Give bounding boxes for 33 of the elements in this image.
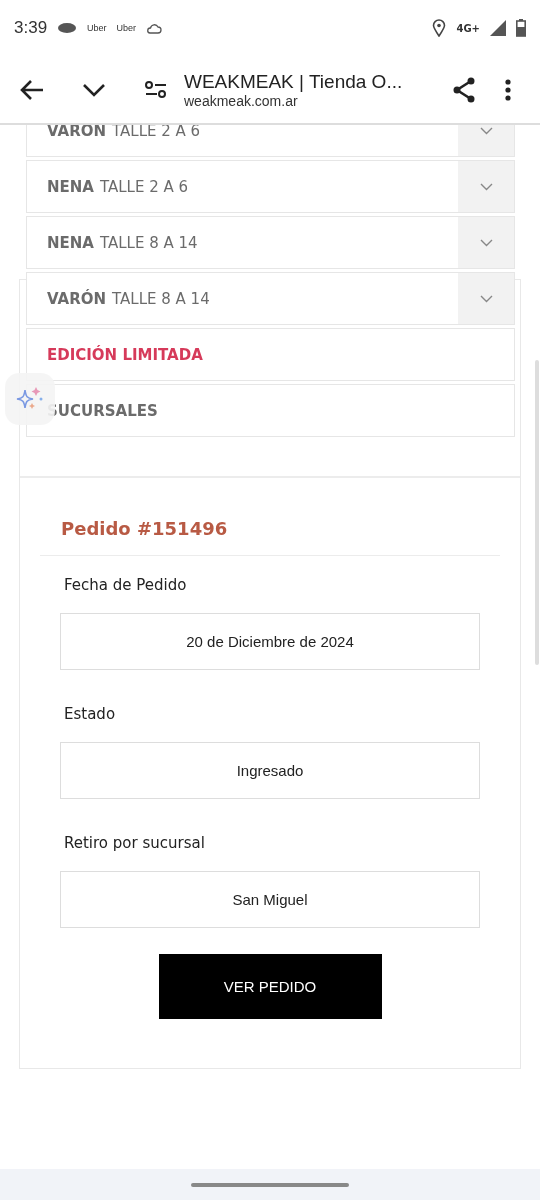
field-value: Ingresado — [60, 742, 480, 799]
menu-item[interactable]: VARÓN TALLE 8 A 14 — [26, 272, 515, 325]
chevron-down-icon — [479, 294, 493, 303]
status-time: 3:39 — [14, 18, 48, 38]
field-value: San Miguel — [60, 871, 480, 928]
menu-item[interactable]: NENA TALLE 2 A 6 — [26, 160, 515, 213]
field-label: Estado — [64, 705, 117, 723]
cloud-icon — [146, 22, 163, 34]
sliders-icon — [145, 79, 167, 100]
signal-icon — [490, 20, 506, 36]
page-url[interactable]: weakmeak.com.ar — [184, 92, 442, 109]
battery-icon — [516, 19, 526, 37]
chevron-down-icon — [479, 126, 493, 135]
view-order-button[interactable]: VER PEDIDO — [158, 954, 382, 1019]
location-icon — [432, 19, 447, 37]
notification-label: Uber — [116, 23, 137, 33]
share-icon — [451, 76, 477, 103]
field-value: 20 de Diciembre de 2024 — [60, 613, 480, 670]
field-label: Retiro por sucursal — [64, 834, 206, 852]
menu-item[interactable]: SUCURSALES — [26, 384, 515, 437]
notification-label: Uber — [87, 23, 107, 33]
more-icon — [505, 78, 511, 101]
page-title: WEAKMEAK | Tienda O... — [184, 70, 404, 93]
menu-item[interactable]: NENA TALLE 8 A 14 — [26, 216, 515, 269]
menu-item[interactable]: VARON TALLE 2 A 6 — [26, 125, 515, 157]
field-label: Fecha de Pedido — [64, 576, 188, 594]
network-label: 4G+ — [456, 22, 480, 34]
back-arrow-icon — [19, 78, 45, 101]
chevron-down-icon — [82, 82, 106, 97]
chevron-down-icon — [479, 182, 493, 191]
chevron-down-icon — [479, 238, 493, 247]
menu-item[interactable]: EDICIÓN LIMITADA — [26, 328, 515, 381]
order-title: Pedido #151496 — [40, 518, 500, 556]
